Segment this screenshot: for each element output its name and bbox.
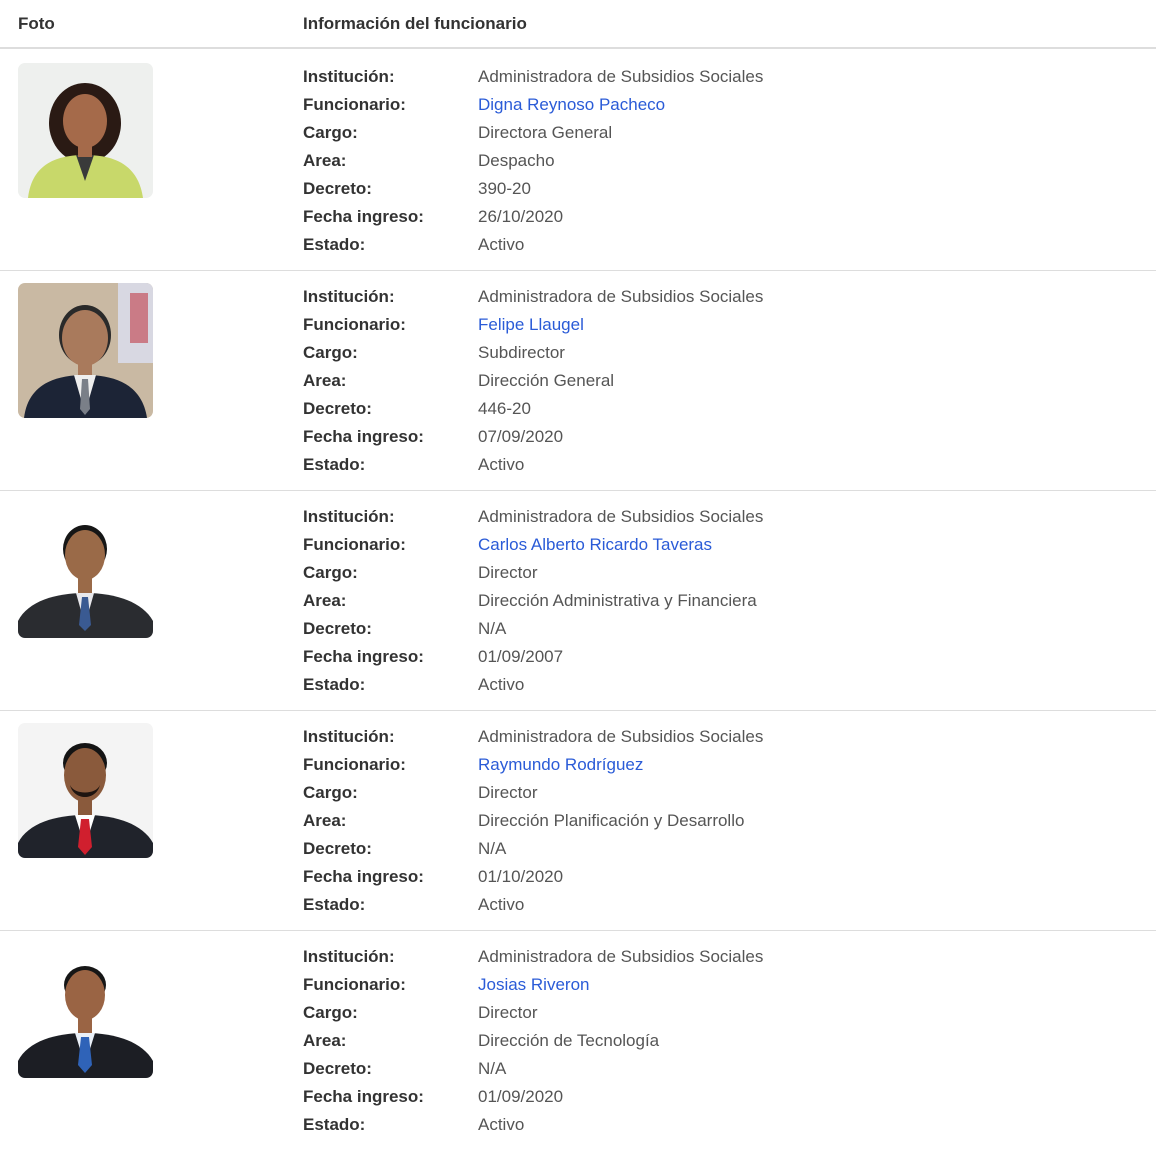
field-institucion: Institución: Administradora de Subsidios … <box>303 287 764 306</box>
field-cargo: Cargo: Director <box>303 1003 538 1022</box>
field-institucion: Institución: Administradora de Subsidios … <box>303 727 764 746</box>
field-fecha-ingreso: Fecha ingreso: 26/10/2020 <box>303 207 564 226</box>
officials-list: Institución: Administradora de Subsidios … <box>0 51 1156 1151</box>
fecha-ingreso-value: 01/09/2020 <box>478 1087 564 1106</box>
field-fecha-ingreso: Fecha ingreso: 01/09/2007 <box>303 647 564 666</box>
funcionario-link[interactable]: Josias Riveron <box>478 975 590 994</box>
cargo-value: Subdirector <box>478 343 565 362</box>
area-value: Dirección Planificación y Desarrollo <box>478 811 745 830</box>
estado-value: Activo <box>478 455 525 474</box>
funcionario-link[interactable]: Digna Reynoso Pacheco <box>478 95 665 114</box>
table-header: Foto Información del funcionario <box>0 0 1156 49</box>
field-estado: Estado: Activo <box>303 235 525 254</box>
area-value: Despacho <box>478 151 555 170</box>
fecha-ingreso-value: 01/09/2007 <box>478 647 564 666</box>
field-decreto: Decreto: N/A <box>303 1059 507 1078</box>
decreto-value: N/A <box>478 839 507 858</box>
estado-value: Activo <box>478 1115 525 1134</box>
field-decreto: Decreto: 390-20 <box>303 179 531 198</box>
estado-value: Activo <box>478 675 525 694</box>
field-funcionario: Funcionario: Josias Riveron <box>303 975 590 994</box>
table-row: Institución: Administradora de Subsidios … <box>0 931 1156 1151</box>
official-photo <box>18 723 153 858</box>
funcionario-link[interactable]: Felipe Llaugel <box>478 315 584 334</box>
decreto-value: 390-20 <box>478 179 531 198</box>
area-value: Dirección General <box>478 371 615 390</box>
field-funcionario: Funcionario: Felipe Llaugel <box>303 315 584 334</box>
field-institucion: Institución: Administradora de Subsidios … <box>303 947 764 966</box>
field-fecha-ingreso: Fecha ingreso: 07/09/2020 <box>303 427 564 446</box>
field-funcionario: Funcionario: Digna Reynoso Pacheco <box>303 95 666 114</box>
institucion-value: Administradora de Subsidios Sociales <box>478 287 764 306</box>
cargo-value: Directora General <box>478 123 613 142</box>
field-area: Area: Despacho <box>303 151 555 170</box>
field-institucion: Institución: Administradora de Subsidios … <box>303 67 764 86</box>
official-photo <box>18 943 153 1078</box>
table-row: Institución: Administradora de Subsidios … <box>0 51 1156 271</box>
field-cargo: Cargo: Director <box>303 783 538 802</box>
table-row: Institución: Administradora de Subsidios … <box>0 271 1156 491</box>
field-estado: Estado: Activo <box>303 1115 525 1134</box>
field-area: Area: Dirección Planificación y Desarroll… <box>303 811 745 830</box>
fecha-ingreso-value: 01/10/2020 <box>478 867 564 886</box>
funcionario-link[interactable]: Carlos Alberto Ricardo Taveras <box>478 535 712 554</box>
field-funcionario: Funcionario: Carlos Alberto Ricardo Taver… <box>303 535 713 554</box>
cargo-value: Director <box>478 1003 538 1022</box>
institucion-value: Administradora de Subsidios Sociales <box>478 947 764 966</box>
header-foto: Foto <box>18 14 55 33</box>
area-value: Dirección de Tecnología <box>478 1031 660 1050</box>
official-photo <box>18 63 153 198</box>
field-estado: Estado: Activo <box>303 455 525 474</box>
official-photo <box>18 283 153 418</box>
field-cargo: Cargo: Director <box>303 563 538 582</box>
institucion-value: Administradora de Subsidios Sociales <box>478 727 764 746</box>
field-funcionario: Funcionario: Raymundo Rodríguez <box>303 755 644 774</box>
decreto-value: N/A <box>478 1059 507 1078</box>
decreto-value: N/A <box>478 619 507 638</box>
funcionario-link[interactable]: Raymundo Rodríguez <box>478 755 643 774</box>
cargo-value: Director <box>478 563 538 582</box>
area-value: Dirección Administrativa y Financiera <box>478 591 757 610</box>
field-area: Area: Dirección General <box>303 371 615 390</box>
fecha-ingreso-value: 07/09/2020 <box>478 427 564 446</box>
institucion-value: Administradora de Subsidios Sociales <box>478 67 764 86</box>
cargo-value: Director <box>478 783 538 802</box>
field-cargo: Cargo: Subdirector <box>303 343 565 362</box>
field-institucion: Institución: Administradora de Subsidios … <box>303 507 764 526</box>
table-row: Institución: Administradora de Subsidios … <box>0 491 1156 711</box>
institucion-value: Administradora de Subsidios Sociales <box>478 507 764 526</box>
field-area: Area: Dirección Administrativa y Financie… <box>303 591 757 610</box>
field-area: Area: Dirección de Tecnología <box>303 1031 660 1050</box>
field-fecha-ingreso: Fecha ingreso: 01/09/2020 <box>303 1087 564 1106</box>
table-row: Institución: Administradora de Subsidios … <box>0 711 1156 931</box>
fecha-ingreso-value: 26/10/2020 <box>478 207 564 226</box>
decreto-value: 446-20 <box>478 399 531 418</box>
field-fecha-ingreso: Fecha ingreso: 01/10/2020 <box>303 867 564 886</box>
field-estado: Estado: Activo <box>303 895 525 914</box>
field-cargo: Cargo: Directora General <box>303 123 613 142</box>
field-decreto: Decreto: 446-20 <box>303 399 531 418</box>
estado-value: Activo <box>478 235 525 254</box>
estado-value: Activo <box>478 895 525 914</box>
field-estado: Estado: Activo <box>303 675 525 694</box>
official-photo <box>18 503 153 638</box>
header-info: Información del funcionario <box>303 14 527 33</box>
field-decreto: Decreto: N/A <box>303 839 507 858</box>
field-decreto: Decreto: N/A <box>303 619 507 638</box>
